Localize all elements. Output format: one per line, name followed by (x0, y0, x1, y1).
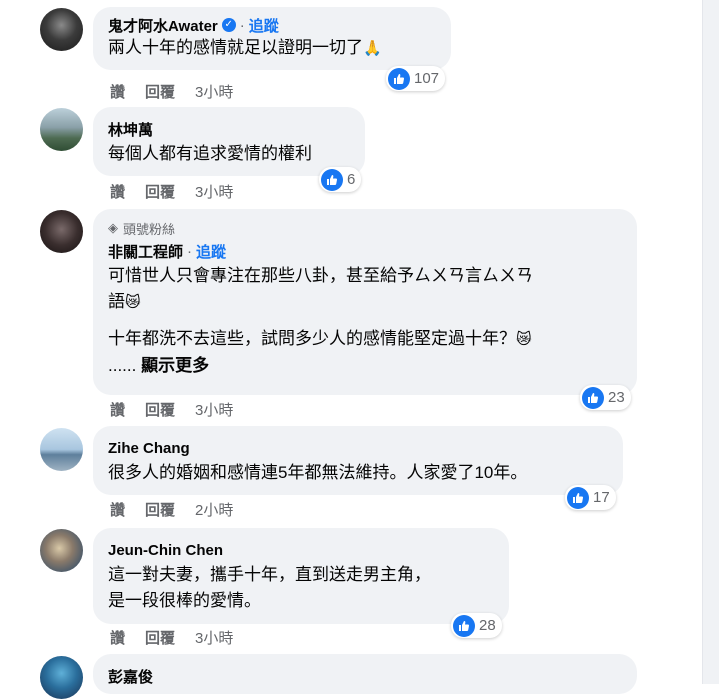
comment-bubble: 林坤萬 每個人都有追求愛情的權利 (93, 107, 365, 176)
comment-actions: 讚 回覆 3小時 (110, 627, 233, 648)
comment-text: 十年都洗不去這些，試問多少人的感情能堅定過十年？ (108, 329, 516, 348)
reply-button[interactable]: 回覆 (145, 627, 175, 648)
comment-text: 兩人十年的感情就足以證明一切了 (108, 38, 363, 57)
timestamp[interactable]: 3小時 (195, 399, 233, 420)
comment-text: 每個人都有追求愛情的權利 (108, 144, 312, 163)
timestamp[interactable]: 3小時 (195, 81, 233, 102)
avatar[interactable] (40, 656, 83, 699)
comment-bubble: Zihe Chang 很多人的婚姻和感情連5年都無法維持。人家愛了10年。 (93, 426, 623, 495)
author-name[interactable]: 鬼才阿水Awater (108, 15, 218, 36)
like-count: 28 (479, 617, 496, 634)
comment-text: 很多人的婚姻和感情連5年都無法維持。人家愛了10年。 (108, 463, 528, 482)
comment-actions: 讚 回覆 3小時 (110, 399, 233, 420)
timestamp[interactable]: 3小時 (195, 627, 233, 648)
thumbs-up-icon (567, 486, 589, 509)
timestamp[interactable]: 2小時 (195, 499, 233, 520)
comment-text: 是一段很棒的愛情。 (108, 591, 261, 610)
like-button[interactable]: 讚 (110, 627, 125, 648)
comment-bubble: Jeun-Chin Chen 這一對夫妻，攜手十年，直到送走男主角， 是一段很棒… (93, 528, 509, 624)
avatar[interactable] (40, 8, 83, 51)
author-name[interactable]: 彭嘉俊 (108, 666, 153, 687)
see-more-link[interactable]: 顯示更多 (141, 356, 209, 375)
comment-bubble: 鬼才阿水Awater ✓ · 追蹤 兩人十年的感情就足以證明一切了🙏 (93, 7, 451, 70)
reply-button[interactable]: 回覆 (145, 499, 175, 520)
thumbs-up-icon (388, 67, 410, 90)
author-name[interactable]: Jeun-Chin Chen (108, 542, 223, 559)
crying-cat-emoji: 😿 (516, 331, 532, 348)
verified-badge-icon: ✓ (221, 18, 236, 32)
like-count: 6 (347, 171, 356, 188)
like-button[interactable]: 讚 (110, 81, 125, 102)
pray-emoji: 🙏 (363, 40, 382, 57)
like-count: 17 (593, 489, 610, 506)
like-button[interactable]: 讚 (110, 399, 125, 420)
like-button[interactable]: 讚 (110, 181, 125, 202)
author-name[interactable]: Zihe Chang (108, 440, 190, 457)
avatar[interactable] (40, 108, 83, 151)
follow-button[interactable]: 追蹤 (196, 241, 226, 262)
reply-button[interactable]: 回覆 (145, 181, 175, 202)
ellipsis: ...... (108, 356, 137, 375)
comment-bubble: 彭嘉俊 (93, 654, 637, 694)
thumbs-up-icon (321, 168, 343, 191)
author-name[interactable]: 非關工程師 (108, 241, 183, 262)
scrollbar[interactable] (702, 0, 719, 684)
thumbs-up-icon (453, 614, 475, 637)
avatar[interactable] (40, 529, 83, 572)
follow-button[interactable]: 追蹤 (249, 15, 279, 36)
thumbs-up-icon (582, 386, 604, 409)
timestamp[interactable]: 3小時 (195, 181, 233, 202)
comment-actions: 讚 回覆 3小時 (110, 81, 233, 102)
reaction-count[interactable]: 17 (565, 485, 616, 510)
like-count: 107 (414, 70, 440, 87)
like-button[interactable]: 讚 (110, 499, 125, 520)
comment-actions: 讚 回覆 3小時 (110, 181, 233, 202)
reply-button[interactable]: 回覆 (145, 81, 175, 102)
comment-text: 這一對夫妻，攜手十年，直到送走男主角， (108, 565, 431, 584)
comment-bubble: ◈ 頭號粉絲 非關工程師 · 追蹤 可惜世人只會專注在那些八卦，甚至給予ㄙㄨㄢ言… (93, 209, 637, 395)
top-fan-badge: ◈ 頭號粉絲 (108, 220, 176, 237)
author-name[interactable]: 林坤萬 (108, 119, 153, 140)
comment-text: 語 (108, 292, 125, 311)
avatar[interactable] (40, 210, 83, 253)
comment-actions: 讚 回覆 2小時 (110, 499, 233, 520)
reaction-count[interactable]: 6 (319, 167, 362, 192)
avatar[interactable] (40, 428, 83, 471)
reaction-count[interactable]: 107 (386, 66, 446, 91)
like-count: 23 (608, 389, 625, 406)
diamond-icon: ◈ (108, 220, 118, 235)
comment-text: 可惜世人只會專注在那些八卦，甚至給予ㄙㄨㄢ言ㄙㄨㄢ (108, 266, 533, 285)
crying-cat-emoji: 😿 (125, 294, 141, 311)
reply-button[interactable]: 回覆 (145, 399, 175, 420)
reaction-count[interactable]: 23 (580, 385, 631, 410)
reaction-count[interactable]: 28 (451, 613, 502, 638)
